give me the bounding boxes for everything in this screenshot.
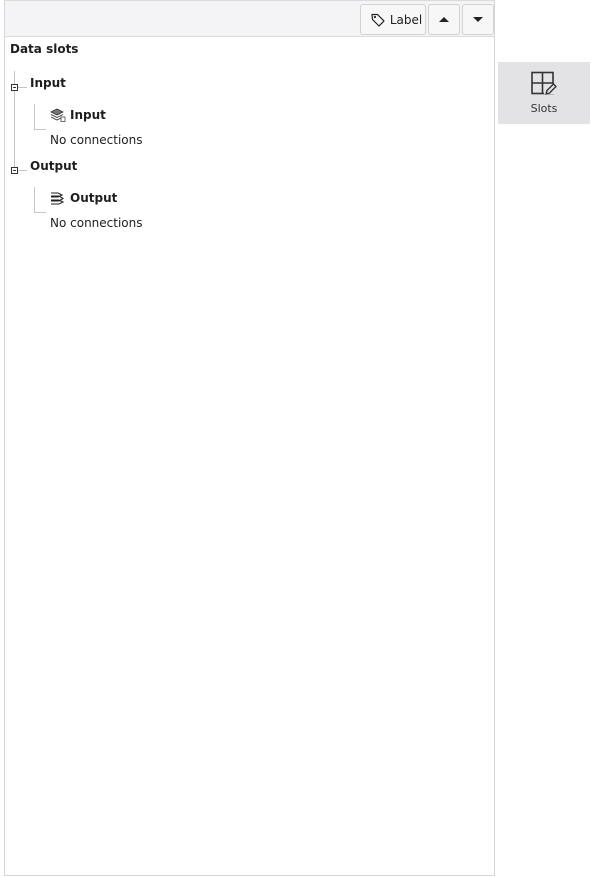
label-button[interactable]: Label [360, 4, 426, 35]
data-slots-panel: Label Data slots Input Input No connecti… [4, 0, 495, 876]
slot-name-input: Input [70, 108, 106, 122]
grid-edit-icon [531, 71, 557, 95]
slot-name-output: Output [70, 191, 118, 205]
stacked-layers-icon [50, 108, 66, 122]
tag-icon [371, 13, 385, 27]
tree-branch [34, 212, 46, 213]
panel-toolbar: Label [5, 0, 494, 37]
triangle-up-icon [439, 17, 449, 22]
tree-branch [18, 170, 27, 171]
triangle-down-icon [473, 17, 483, 22]
slot-item-input[interactable]: Input [50, 108, 106, 122]
group-title-output[interactable]: Output [30, 159, 77, 173]
tree-connector [34, 104, 35, 129]
tree-root-title: Data slots [10, 42, 79, 56]
tree-branch [34, 129, 46, 130]
side-tab-slots[interactable]: Slots [498, 62, 590, 124]
slot-item-output[interactable]: Output [50, 191, 117, 205]
stacked-arrows-icon [51, 192, 65, 205]
slot-status-input: No connections [50, 133, 143, 147]
slot-status-output: No connections [50, 216, 143, 230]
tree-connector [34, 187, 35, 212]
move-up-button[interactable] [428, 4, 460, 35]
collapse-toggle-input[interactable] [11, 84, 18, 91]
side-tab-label: Slots [530, 102, 558, 115]
group-title-input[interactable]: Input [30, 76, 66, 90]
tree-branch [18, 87, 27, 88]
move-down-button[interactable] [462, 4, 494, 35]
collapse-toggle-output[interactable] [11, 167, 18, 174]
label-button-text: Label [389, 12, 423, 27]
